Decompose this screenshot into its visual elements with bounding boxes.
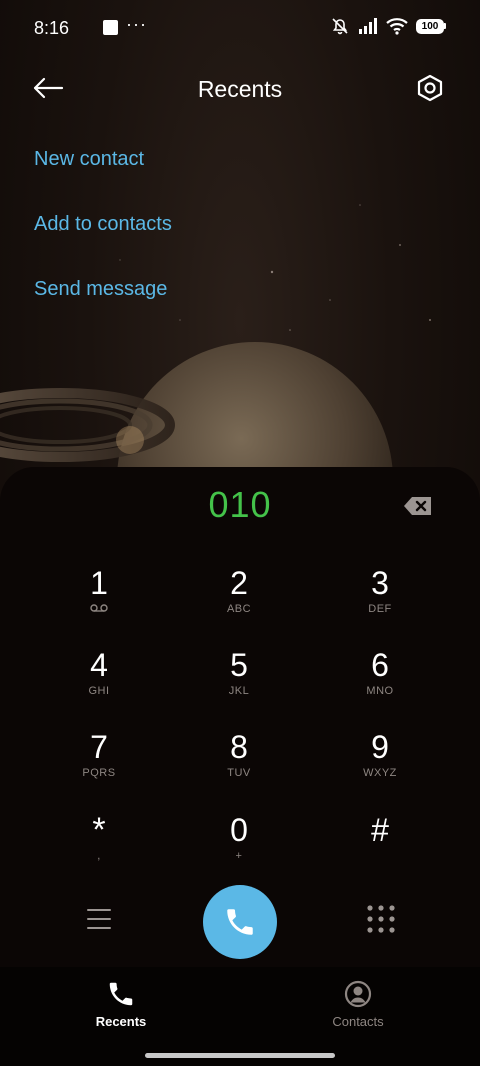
new-contact-link[interactable]: New contact <box>34 148 144 171</box>
backspace-button[interactable] <box>400 492 436 520</box>
header: Recents <box>0 56 480 120</box>
dial-key-2[interactable]: 2 ABC <box>179 565 299 637</box>
dial-key-6[interactable]: 6 MNO <box>320 647 440 719</box>
send-message-link[interactable]: Send message <box>34 278 167 301</box>
more-notifications-icon: ··· <box>126 14 147 34</box>
battery-level: 100 <box>416 18 444 34</box>
dialpad-grid-icon[interactable] <box>362 900 400 938</box>
backspace-icon <box>404 497 431 515</box>
dial-key-8[interactable]: 8 TUV <box>179 729 299 801</box>
voicemail-icon <box>39 603 159 617</box>
dial-key-3[interactable]: 3 DEF <box>320 565 440 637</box>
battery-icon: 100 <box>416 18 446 34</box>
vibrate-off-icon <box>332 18 348 35</box>
tab-recents-label: Recents <box>95 1014 147 1029</box>
tab-contacts-label: Contacts <box>332 1014 384 1029</box>
status-time: 8:16 <box>34 18 70 38</box>
phone-icon <box>109 982 133 1006</box>
page-title: Recents <box>197 76 283 102</box>
dial-key-4[interactable]: 4 GHI <box>39 647 159 719</box>
dial-key-9[interactable]: 9 WXYZ <box>320 729 440 801</box>
settings-button[interactable] <box>410 68 450 108</box>
notification-square-icon <box>103 20 118 35</box>
screen: 8:16 ··· 100 Recents New contact Add to … <box>0 0 480 1066</box>
dial-key-star[interactable]: * , <box>39 812 159 884</box>
dial-key-7[interactable]: 7 PQRS <box>39 729 159 801</box>
bottom-navigation: Recents Contacts <box>0 967 480 1066</box>
signal-icon <box>359 18 377 34</box>
dial-key-0[interactable]: 0 + <box>179 812 299 884</box>
wifi-icon <box>386 18 408 35</box>
dial-key-5[interactable]: 5 JKL <box>179 647 299 719</box>
call-button[interactable] <box>203 885 277 959</box>
phone-icon <box>227 909 253 935</box>
add-to-contacts-link[interactable]: Add to contacts <box>34 213 172 236</box>
settings-icon <box>417 74 443 102</box>
tab-contacts[interactable]: Contacts <box>293 979 423 1029</box>
home-indicator[interactable] <box>145 1053 335 1058</box>
dial-key-hash[interactable]: # <box>320 812 440 884</box>
status-bar: 8:16 ··· 100 <box>0 0 480 56</box>
status-icons: 100 <box>330 16 446 36</box>
tab-recents[interactable]: Recents <box>56 979 186 1029</box>
menu-icon <box>87 909 111 911</box>
menu-button[interactable] <box>80 900 118 938</box>
dial-key-1[interactable]: 1 <box>39 565 159 637</box>
contact-person-icon <box>344 980 372 1008</box>
